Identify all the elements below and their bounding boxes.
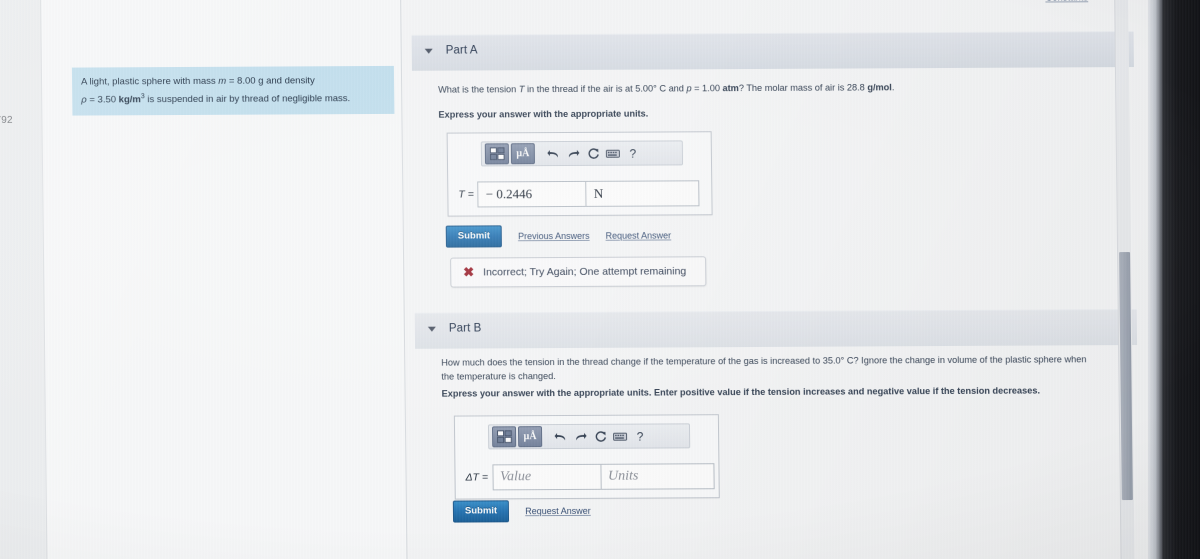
part-b-value-input[interactable]: Value	[491, 463, 602, 491]
problem-statement-column: A light, plastic sphere with mass m = 8.…	[41, 0, 407, 559]
part-a-header[interactable]: Part A	[411, 31, 1134, 71]
page-number: 792	[0, 114, 13, 126]
screenshot-photo: 792 A light, plastic sphere with mass m …	[0, 0, 1200, 559]
part-a-answer-widget: μÅ ? T = − 0.2446 N	[446, 131, 713, 217]
problem-units-kgm3: kg/m	[118, 94, 141, 106]
qa-unit-gmol: g/mol	[867, 82, 892, 93]
part-a-question-text: What is the tension T in the thread if t…	[438, 79, 1138, 97]
problem-text-part2: = 8.00 g and density	[226, 75, 315, 87]
constants-link[interactable]: Constants	[1045, 0, 1088, 3]
qa-t2: in the thread if the air is at 5.00° C a…	[524, 83, 687, 95]
redo-icon[interactable]	[570, 427, 590, 446]
mastering-physics-page: 792 A light, plastic sphere with mass m …	[0, 0, 1189, 559]
problem-text-part4: is suspended in air by thread of negligi…	[144, 93, 351, 106]
part-a-request-answer-link[interactable]: Request Answer	[606, 230, 672, 240]
greek-mu-angstrom-icon[interactable]: μÅ	[517, 426, 543, 448]
part-a-input-label: T =	[458, 188, 474, 201]
reset-icon[interactable]	[590, 427, 610, 446]
template-icon[interactable]	[491, 426, 517, 448]
main-content-column: Constants Part A What is the tension T i…	[401, 0, 1138, 559]
part-b-input-row: ΔT = Value Units	[465, 463, 715, 491]
qa-t3: = 1.00	[691, 83, 723, 94]
part-a-submit-row: Submit Previous Answers Request Answer	[445, 224, 672, 248]
left-rail	[0, 0, 47, 559]
template-icon[interactable]	[484, 143, 510, 165]
part-a-feedback-text: Incorrect; Try Again; One attempt remain…	[483, 264, 687, 278]
part-b-input-label: ΔT =	[465, 471, 489, 484]
incorrect-x-icon: ✖	[463, 264, 475, 280]
undo-icon[interactable]	[550, 427, 570, 446]
reset-icon[interactable]	[583, 144, 603, 163]
part-b-question-line2: the temperature is changed.	[441, 371, 556, 382]
part-b-instruction: Express your answer with the appropriate…	[441, 385, 1041, 399]
part-b-submit-button[interactable]: Submit	[452, 500, 510, 523]
part-a-units-input[interactable]: N	[586, 180, 700, 207]
part-b-submit-row: Submit Request Answer	[452, 500, 591, 523]
part-a-submit-button[interactable]: Submit	[445, 225, 503, 248]
problem-text-part1: A light, plastic sphere with mass	[80, 75, 219, 88]
part-b-title: Part B	[448, 322, 482, 335]
qa-t1: What is the tension	[438, 84, 519, 95]
collapse-triangle-icon[interactable]	[427, 326, 436, 332]
keyboard-icon[interactable]	[610, 427, 630, 446]
part-b-request-answer-link[interactable]: Request Answer	[525, 506, 591, 516]
qa-t4: ? The molar mass of air is 28.8	[738, 82, 868, 94]
qa-t5: .	[891, 82, 895, 93]
help-icon[interactable]: ?	[630, 427, 650, 446]
keyboard-icon[interactable]	[603, 144, 623, 163]
part-b-units-input[interactable]: Units	[600, 463, 715, 490]
redo-icon[interactable]	[563, 144, 583, 163]
part-b-answer-widget: μÅ ? ΔT = Value Units	[453, 414, 720, 500]
part-b-toolbar: μÅ ?	[487, 423, 691, 450]
monitor-screen: 792 A light, plastic sphere with mass m …	[0, 0, 1189, 559]
problem-statement-box: A light, plastic sphere with mass m = 8.…	[71, 65, 395, 116]
qa-unit-atm: atm	[722, 83, 739, 94]
help-icon[interactable]: ?	[623, 144, 643, 163]
greek-mu-angstrom-icon[interactable]: μÅ	[510, 143, 536, 165]
part-a-feedback-box: ✖ Incorrect; Try Again; One attempt rema…	[450, 256, 707, 288]
undo-icon[interactable]	[543, 144, 563, 163]
problem-text-part3: = 3.50	[86, 94, 119, 106]
part-a-instruction: Express your answer with the appropriate…	[438, 108, 649, 120]
part-a-previous-answers-link[interactable]: Previous Answers	[518, 231, 590, 241]
part-a-value-input[interactable]: − 0.2446	[477, 180, 587, 208]
part-a-input-row: T = − 0.2446 N	[458, 180, 700, 208]
part-a-title: Part A	[445, 44, 478, 57]
collapse-triangle-icon[interactable]	[424, 48, 433, 54]
part-a-toolbar: μÅ ?	[480, 140, 684, 167]
part-b-header[interactable]: Part B	[414, 309, 1138, 349]
monitor-bezel-inner-edge	[1148, 0, 1162, 559]
